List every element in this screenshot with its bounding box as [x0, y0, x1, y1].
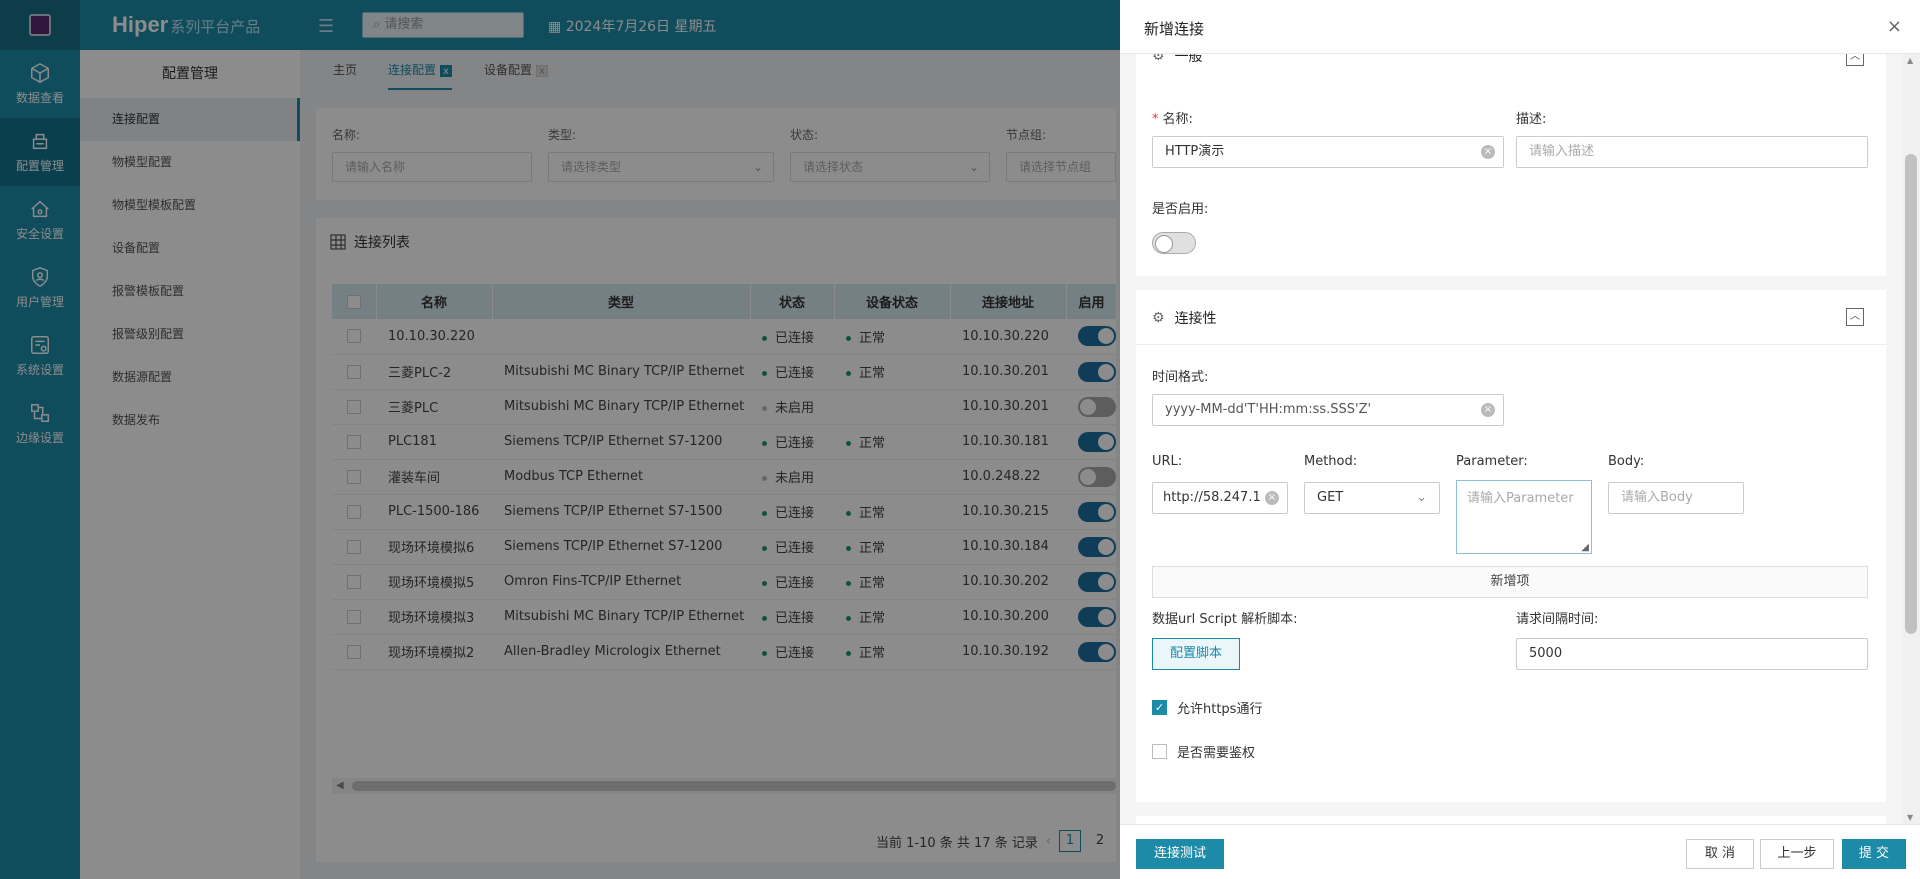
- url-input-value: http://58.247.1: [1163, 490, 1261, 505]
- time-format-input[interactable]: yyyy-MM-dd'T'HH:mm:ss.SSS'Z' ×: [1152, 394, 1504, 426]
- drawer-footer: 连接测试 取 消 上一步 提 交: [1120, 824, 1920, 879]
- parameter-textarea[interactable]: 请输入Parameter ◢: [1456, 480, 1592, 554]
- cancel-button[interactable]: 取 消: [1686, 839, 1754, 869]
- general-card: ⚙ 一般 ︿ * 名称: HTTP演示 × 描述: 请输入描述 是否启用:: [1136, 54, 1886, 276]
- clear-icon[interactable]: ×: [1481, 403, 1495, 417]
- general-card-title: 一般: [1174, 54, 1203, 65]
- name-input[interactable]: HTTP演示 ×: [1152, 136, 1504, 168]
- gear-icon: ⚙: [1152, 310, 1165, 326]
- configure-script-button[interactable]: 配置脚本: [1152, 638, 1240, 670]
- connectivity-card-header: ⚙ 连接性: [1152, 308, 1217, 328]
- required-mark: *: [1152, 112, 1159, 127]
- drawer-title: 新增连接: [1144, 20, 1205, 38]
- method-value: GET: [1317, 490, 1344, 505]
- close-icon[interactable]: ×: [1887, 16, 1902, 37]
- clear-icon[interactable]: ×: [1481, 145, 1495, 159]
- prev-step-button[interactable]: 上一步: [1760, 839, 1834, 869]
- need-auth-label: 是否需要鉴权: [1177, 746, 1256, 761]
- checkmark-icon: ✓: [1152, 700, 1167, 715]
- allow-https-checkbox[interactable]: ✓ 允许https通行: [1152, 698, 1262, 717]
- drawer-vertical-scrollbar[interactable]: ▲ ▼: [1902, 54, 1920, 824]
- allow-https-label: 允许https通行: [1177, 702, 1263, 717]
- scroll-thumb[interactable]: [1905, 154, 1917, 634]
- method-select[interactable]: GET ⌄: [1304, 482, 1440, 514]
- parameter-placeholder: 请输入Parameter: [1467, 491, 1574, 506]
- connectivity-card-title: 连接性: [1174, 311, 1217, 327]
- script-label: 数据url Script 解析脚本:: [1152, 612, 1298, 627]
- time-format-label: 时间格式:: [1152, 370, 1209, 385]
- scroll-up-icon[interactable]: ▲: [1907, 56, 1913, 65]
- connectivity-card: ⚙ 连接性 ︿ 时间格式: yyyy-MM-dd'T'HH:mm:ss.SSS'…: [1136, 290, 1886, 802]
- scroll-down-icon[interactable]: ▼: [1907, 813, 1913, 822]
- url-input[interactable]: http://58.247.1 ×: [1152, 482, 1288, 514]
- enabled-toggle[interactable]: [1152, 232, 1196, 254]
- connection-test-button[interactable]: 连接测试: [1136, 839, 1224, 869]
- name-input-value: HTTP演示: [1165, 144, 1225, 159]
- divider: [1136, 344, 1886, 345]
- clear-icon[interactable]: ×: [1265, 491, 1279, 505]
- url-label: URL:: [1152, 454, 1183, 469]
- enabled-label: 是否启用:: [1152, 202, 1209, 217]
- add-item-button[interactable]: 新增项: [1152, 566, 1868, 598]
- method-label: Method:: [1304, 454, 1358, 469]
- time-format-value: yyyy-MM-dd'T'HH:mm:ss.SSS'Z': [1165, 402, 1372, 417]
- resize-grip-icon[interactable]: ◢: [1581, 542, 1589, 553]
- interval-input[interactable]: 5000: [1516, 638, 1868, 670]
- desc-input[interactable]: 请输入描述: [1516, 136, 1868, 168]
- collapse-connectivity-button[interactable]: ︿: [1846, 308, 1864, 326]
- modal-overlay[interactable]: [0, 0, 1120, 879]
- body-label: Body:: [1608, 454, 1645, 469]
- submit-button[interactable]: 提 交: [1842, 839, 1906, 869]
- gear-icon: ⚙: [1152, 54, 1165, 64]
- new-connection-drawer: 新增连接 × ⚙ 一般 ︿ * 名称: HTTP演示 × 描述: 请输入描述 是否启…: [1120, 0, 1920, 879]
- next-card-partial: [1136, 816, 1886, 824]
- general-card-header: ⚙ 一般: [1152, 54, 1203, 66]
- parameter-label: Parameter:: [1456, 454, 1528, 469]
- name-label-text: 名称:: [1162, 112, 1193, 127]
- need-auth-checkbox[interactable]: 是否需要鉴权: [1152, 742, 1255, 761]
- interval-label: 请求间隔时间:: [1516, 612, 1599, 627]
- collapse-general-button[interactable]: ︿: [1846, 54, 1864, 66]
- checkbox-box: [1152, 744, 1167, 759]
- drawer-body: ⚙ 一般 ︿ * 名称: HTTP演示 × 描述: 请输入描述 是否启用: ⚙ 连接…: [1120, 54, 1902, 824]
- chevron-down-icon: ⌄: [1416, 490, 1427, 505]
- body-input[interactable]: 请输入Body: [1608, 482, 1744, 514]
- drawer-header: 新增连接 ×: [1120, 0, 1920, 54]
- desc-label: 描述:: [1516, 112, 1547, 127]
- name-label: * 名称:: [1152, 108, 1193, 127]
